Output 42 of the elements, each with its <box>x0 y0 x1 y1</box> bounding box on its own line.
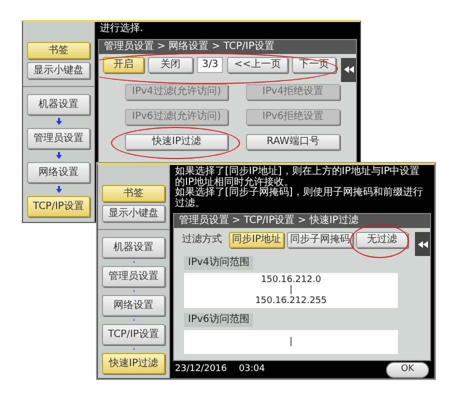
menu-step-button[interactable]: TCP/IP设置 <box>27 196 90 217</box>
menu-step-button[interactable]: 机器设置 <box>102 237 165 258</box>
instruction-text: 进行选择. <box>99 24 144 34</box>
setting-button[interactable]: 快速IP过滤 <box>125 134 228 150</box>
instruction-text: 如果选择了[同步IP地址]，则在上方的IP地址与IP中设置的IP地址相同时允许接收。 <box>174 167 420 188</box>
sidebar-button[interactable]: 书签 <box>102 185 165 202</box>
setting-button[interactable]: RAW端口号 <box>246 134 340 150</box>
section-label: IPv6访问范围 <box>184 313 254 328</box>
sidebar-button[interactable]: 书签 <box>27 42 90 59</box>
filter-label: 过滤方式 <box>181 232 223 247</box>
side-panel-button[interactable] <box>341 58 356 82</box>
toggle-button[interactable]: 开启 <box>103 56 144 72</box>
sidebar-button[interactable]: 显示小键盘 <box>102 205 165 222</box>
filter-option-button[interactable]: 同步子网掩码 <box>286 232 353 248</box>
range-text: | <box>289 336 293 348</box>
time-text: 03:04 <box>238 363 265 376</box>
instruction-text: 如果选择了[同步子网掩码]，则使用子网掩码和前缀进行过滤。 <box>174 188 424 209</box>
page-nav-button[interactable]: 下一页 <box>292 56 336 72</box>
page-counter: 3/3 <box>197 56 224 72</box>
double-left-arrow-icon <box>344 66 354 73</box>
breadcrumb-bar: 管理员设置 > 网络设置 > TCP/IP设置 <box>99 40 356 54</box>
menu-step-button[interactable]: 管理员设置 <box>102 266 165 287</box>
double-left-arrow-icon <box>418 240 428 248</box>
menu-step-button[interactable]: 机器设置 <box>27 94 90 115</box>
menu-step-button[interactable]: 网络设置 <box>27 162 90 183</box>
range-text: 150.16.212.255 <box>255 296 327 306</box>
page-nav-button[interactable]: <<上一页 <box>227 56 288 72</box>
sidebar-button[interactable]: 显示小键盘 <box>27 62 90 79</box>
side-panel-button[interactable] <box>415 232 430 256</box>
ok-button[interactable]: OK <box>386 362 429 378</box>
range-text: 150.16.212.0 <box>260 275 322 285</box>
toggle-button[interactable]: 关闭 <box>148 56 194 72</box>
breadcrumb-bar: 管理员设置 > TCP/IP设置 > 快速IP过滤 <box>174 214 430 228</box>
section-label: IPv4访问范围 <box>184 256 254 270</box>
date-text: 23/12/2016 <box>175 363 227 376</box>
menu-step-button[interactable]: TCP/IP设置 <box>102 324 165 345</box>
range-text: | <box>289 285 293 296</box>
menu-step-button[interactable]: 管理员设置 <box>27 128 90 149</box>
filter-option-button[interactable]: 同步IP地址 <box>229 232 284 248</box>
filter-option-button[interactable]: 无过滤 <box>356 232 408 248</box>
menu-step-button[interactable]: 快速IP过滤 <box>102 353 165 374</box>
menu-step-button[interactable]: 网络设置 <box>102 295 165 316</box>
